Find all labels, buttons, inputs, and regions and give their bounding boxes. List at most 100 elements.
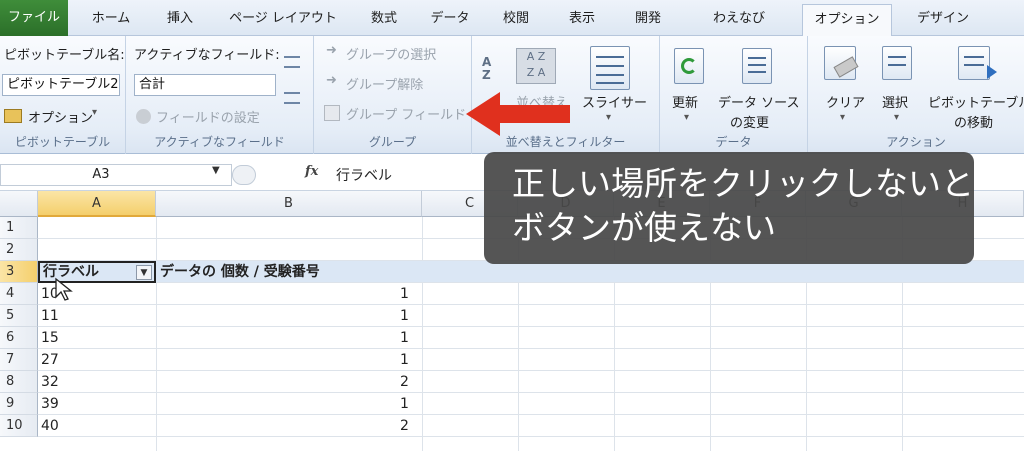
tab-design[interactable]: デザイン [900,4,986,36]
pivot-name-label: ピボットテーブル名: [4,48,125,63]
table-row [38,415,1024,437]
row-label-cell[interactable]: 15 [41,327,59,349]
value-cell[interactable]: 1 [400,327,409,349]
move-pivottable-icon[interactable] [958,46,997,80]
active-field-input[interactable]: 合計 [134,74,276,96]
tab-options[interactable]: オプション [802,4,892,37]
table-row [38,283,1024,305]
row-header[interactable]: 1 [0,217,38,239]
refresh-icon[interactable] [674,48,704,84]
group-action: クリア ▾ 選択 ▾ ピボットテーブル の移動 アクション [808,36,1024,154]
tab-file[interactable]: ファイル [0,0,68,36]
row-header[interactable]: 2 [0,239,38,261]
formula-value[interactable]: 行ラベル [336,165,392,185]
group-label-action: アクション [886,135,946,149]
tab-home[interactable]: ホーム [80,4,142,36]
table-row [38,305,1024,327]
select-button[interactable]: 選択 [882,92,908,111]
group-grouping: ➜ グループの選択 ➜ グループ解除 グループ フィールド グループ [314,36,472,154]
options-button[interactable]: オプション [28,107,93,126]
ungroup-button[interactable]: グループ解除 [346,74,423,93]
name-box[interactable]: A3 [0,164,232,186]
clear-icon[interactable] [824,46,859,80]
collapse-field-icon[interactable] [284,92,300,104]
value-cell[interactable]: 2 [400,371,409,393]
value-cell[interactable]: 1 [400,283,409,305]
ungroup-icon: ➜ [326,73,337,88]
group-label-pivottable: ピボットテーブル [14,135,111,149]
row-header[interactable]: 6 [0,327,38,349]
excel-window: ファイル ホーム 挿入 ページ レイアウト 数式 データ 校閲 表示 開発 わえ… [0,0,1024,451]
annotation-arrow-icon [466,92,570,136]
table-row [38,371,1024,393]
group-pivottable: ピボットテーブル名: ピボットテーブル2 オプション ▾ ピボットテーブル [0,36,126,154]
select-dropdown-icon[interactable]: ▾ [894,112,899,123]
column-header-a[interactable]: A [38,191,156,217]
pivot-name-field[interactable]: ピボットテーブル2 [2,74,120,96]
tab-developer[interactable]: 開発 [620,4,676,36]
slicer-dropdown-icon[interactable]: ▾ [606,112,611,123]
value-cell[interactable]: 1 [400,349,409,371]
row-header[interactable]: 8 [0,371,38,393]
refresh-button[interactable]: 更新 [672,92,698,111]
row-label-cell[interactable]: 32 [41,371,59,393]
row-labels-filter-dropdown[interactable]: ▼ [136,265,152,280]
row-header[interactable]: 5 [0,305,38,327]
field-settings-button[interactable]: フィールドの設定 [156,107,260,126]
table-row [38,349,1024,371]
tab-data[interactable]: データ [420,4,480,36]
tab-waenavi[interactable]: わえなび [684,4,794,36]
change-source-icon[interactable] [742,48,772,84]
group-field-icon [324,105,340,121]
group-label-data: データ [715,135,752,149]
ribbon-tab-bar: ファイル ホーム 挿入 ページ レイアウト 数式 データ 校閲 表示 開発 わえ… [0,0,1024,37]
tab-insert[interactable]: 挿入 [152,4,208,36]
select-all-corner[interactable] [0,191,38,217]
row-header[interactable]: 7 [0,349,38,371]
tab-view[interactable]: 表示 [554,4,610,36]
row-header[interactable]: 4 [0,283,38,305]
change-source-button-line2[interactable]: の変更 [730,112,769,131]
expand-field-icon[interactable] [284,56,300,68]
active-field-label: アクティブなフィールド: [134,48,280,63]
name-box-dropdown-icon[interactable]: ▼ [212,165,220,176]
tab-review[interactable]: 校閲 [488,4,544,36]
row-header[interactable]: 10 [0,415,38,437]
change-source-button-line1[interactable]: データ ソース [718,92,799,111]
row-label-cell[interactable]: 40 [41,415,59,437]
value-cell[interactable]: 1 [400,305,409,327]
sort-dialog-icon[interactable]: A ZZ A [516,48,556,84]
row-label-cell[interactable]: 11 [41,305,59,327]
value-cell[interactable]: 2 [400,415,409,437]
insert-function-icon[interactable]: fx [305,164,318,179]
group-active-field: アクティブなフィールド: 合計 フィールドの設定 アクティブなフィールド [126,36,314,154]
tab-formulas[interactable]: 数式 [356,4,412,36]
values-header[interactable]: データの 個数 / 受験番号 [160,261,320,283]
tutorial-callout: 正しい場所をクリックしないと ボタンが使えない [484,152,974,264]
row-label-cell[interactable]: 39 [41,393,59,415]
clear-button[interactable]: クリア [826,92,865,111]
slicer-icon[interactable] [590,46,630,90]
clear-dropdown-icon[interactable]: ▾ [840,112,845,123]
group-label-grouping: グループ [368,135,417,149]
group-data: 更新 ▾ データ ソース の変更 データ [660,36,808,154]
callout-line-1: 正しい場所をクリックしないと [512,164,974,203]
group-selection-button[interactable]: グループの選択 [346,44,436,63]
row-header[interactable]: 3 [0,261,38,283]
callout-line-2: ボタンが使えない [512,208,776,247]
tab-page-layout[interactable]: ページ レイアウト [218,4,348,36]
move-pivottable-button-line1[interactable]: ピボットテーブル [928,92,1024,111]
row-label-cell[interactable]: 27 [41,349,59,371]
slicer-button[interactable]: スライサー [582,92,647,111]
options-dropdown-icon[interactable]: ▾ [92,107,97,118]
refresh-dropdown-icon[interactable]: ▾ [684,112,689,123]
group-label-active-field: アクティブなフィールド [154,135,285,149]
sort-az-icon[interactable]: AZ [482,56,491,82]
value-cell[interactable]: 1 [400,393,409,415]
select-icon[interactable] [882,46,912,80]
move-pivottable-button-line2[interactable]: の移動 [954,112,993,131]
group-field-button[interactable]: グループ フィールド [346,104,466,123]
column-header-b[interactable]: B [156,191,422,217]
formula-bar-resize-handle[interactable] [232,165,256,185]
row-header[interactable]: 9 [0,393,38,415]
